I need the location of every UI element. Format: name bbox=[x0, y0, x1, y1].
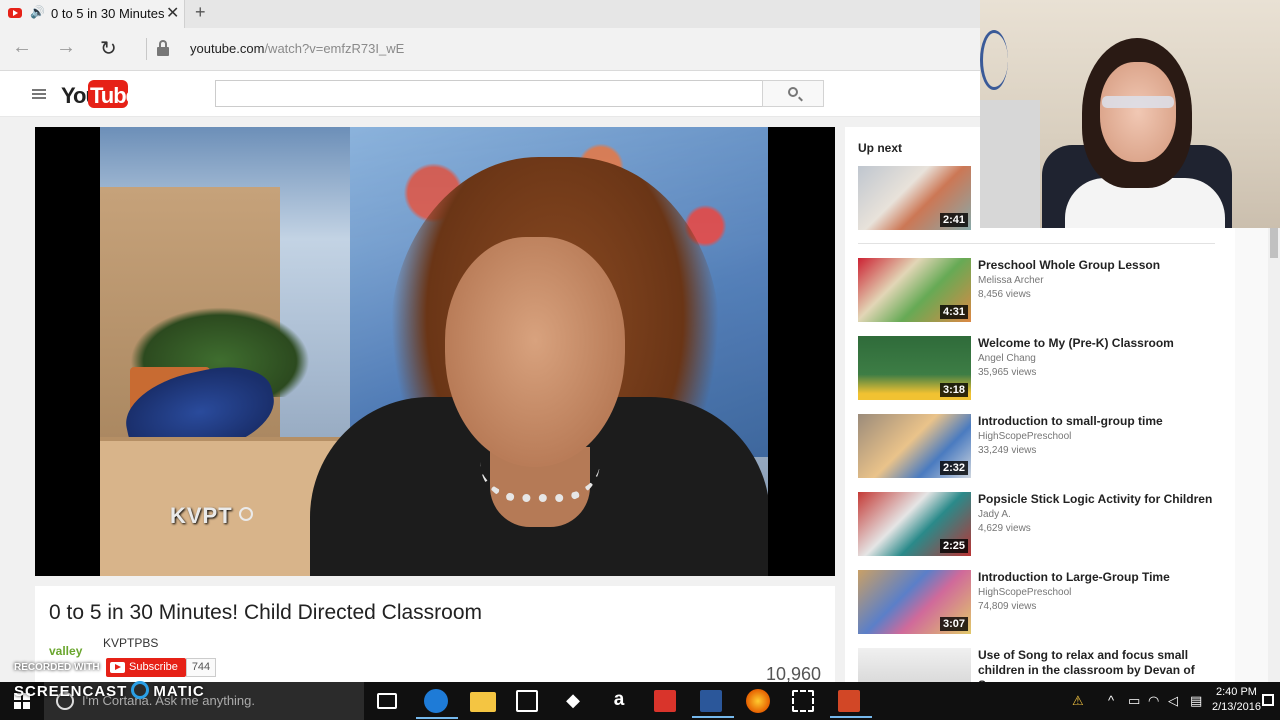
url-field[interactable]: youtube.com/watch?v=emfzR73I_wE bbox=[190, 41, 404, 56]
related-channel: HighScopePreschool bbox=[978, 431, 1072, 442]
duration: 4:31 bbox=[939, 305, 968, 319]
related-video[interactable]: 4:31 Preschool Whole Group Lesson Meliss… bbox=[858, 258, 1228, 322]
notification-icon[interactable] bbox=[1262, 694, 1274, 706]
firefox-icon[interactable] bbox=[746, 689, 770, 713]
browser-tab[interactable]: 🔊 0 to 5 in 30 Minutes ✕ bbox=[0, 0, 185, 28]
duration: 3:18 bbox=[939, 383, 968, 397]
related-video[interactable]: 3:07 Introduction to Large-Group Time Hi… bbox=[858, 570, 1228, 634]
related-channel: Melissa Archer bbox=[978, 275, 1044, 286]
related-video[interactable]: 2:25 Popsicle Stick Logic Activity for C… bbox=[858, 492, 1228, 556]
related-views: 74,809 views bbox=[978, 601, 1037, 612]
url-path: /watch?v=emfzR73I_wE bbox=[264, 41, 405, 56]
refresh-icon[interactable]: ↻ bbox=[100, 36, 117, 61]
duration: 2:25 bbox=[939, 539, 968, 553]
related-title[interactable]: Introduction to small-group time bbox=[978, 414, 1223, 429]
edge-icon[interactable] bbox=[416, 689, 458, 719]
related-video[interactable]: 2:32 Introduction to small-group time Hi… bbox=[858, 414, 1228, 478]
wifi-icon[interactable]: ◠ bbox=[1148, 693, 1159, 709]
scrollbar-thumb[interactable] bbox=[1270, 228, 1278, 258]
related-video[interactable]: 3:18 Welcome to My (Pre-K) Classroom Ang… bbox=[858, 336, 1228, 400]
related-channel: Angel Chang bbox=[978, 353, 1036, 364]
dropbox-icon[interactable]: ◆ bbox=[562, 690, 584, 712]
powerpoint-icon[interactable] bbox=[830, 690, 872, 718]
webcam-overlay bbox=[980, 0, 1280, 228]
related-title[interactable]: Welcome to My (Pre-K) Classroom bbox=[978, 336, 1223, 351]
snipping-tool-icon[interactable] bbox=[792, 690, 814, 712]
message-icon[interactable]: ▤ bbox=[1190, 693, 1202, 709]
word-icon[interactable] bbox=[692, 690, 734, 718]
video-title: 0 to 5 in 30 Minutes! Child Directed Cla… bbox=[49, 601, 483, 624]
related-views: 35,965 views bbox=[978, 367, 1037, 378]
close-tab-icon[interactable]: ✕ bbox=[166, 3, 179, 23]
youtube-favicon-icon bbox=[8, 8, 22, 18]
search-icon bbox=[788, 87, 798, 97]
back-icon[interactable]: ← bbox=[12, 36, 32, 59]
related-channel: HighScopePreschool bbox=[978, 587, 1072, 598]
related-title[interactable]: Popsicle Stick Logic Activity for Childr… bbox=[978, 492, 1223, 507]
address-bar: ← → ↻ youtube.com/watch?v=emfzR73I_wE bbox=[0, 28, 980, 71]
video-player[interactable]: KVPT bbox=[35, 127, 835, 576]
channel-name[interactable]: KVPTPBS bbox=[103, 636, 158, 650]
forward-icon[interactable]: → bbox=[56, 36, 76, 59]
up-next-label: Up next bbox=[858, 141, 903, 155]
video-thumbnail[interactable]: 2:32 bbox=[858, 414, 971, 478]
tab-title: 0 to 5 in 30 Minutes bbox=[51, 6, 165, 21]
screencast-watermark: SCREENCAST MATIC bbox=[14, 681, 205, 700]
logo-tube: Tube bbox=[88, 80, 138, 108]
related-title[interactable]: Introduction to Large-Group Time bbox=[978, 570, 1223, 585]
wps-icon[interactable] bbox=[654, 690, 676, 712]
store-icon[interactable] bbox=[516, 690, 538, 712]
file-explorer-icon[interactable] bbox=[470, 692, 496, 712]
related-views: 4,629 views bbox=[978, 523, 1031, 534]
new-tab-button[interactable]: + bbox=[195, 2, 206, 23]
task-view-icon[interactable] bbox=[377, 693, 397, 709]
scrollbar[interactable] bbox=[1268, 228, 1280, 682]
clock[interactable]: 2:40 PM 2/13/2016 bbox=[1212, 685, 1261, 715]
youtube-play-icon bbox=[110, 662, 125, 673]
duration: 2:32 bbox=[939, 461, 968, 475]
video-thumbnail[interactable]: 2:25 bbox=[858, 492, 971, 556]
search-input[interactable] bbox=[215, 80, 763, 107]
video-thumbnail[interactable]: 4:31 bbox=[858, 258, 971, 322]
subscriber-count: 744 bbox=[186, 658, 216, 677]
battery-icon[interactable]: ▭ bbox=[1128, 693, 1140, 709]
youtube-header: You Tube bbox=[0, 71, 980, 117]
separator bbox=[146, 38, 147, 60]
divider bbox=[858, 243, 1215, 244]
date: 2/13/2016 bbox=[1212, 701, 1261, 713]
video-frame: KVPT bbox=[100, 127, 768, 576]
browser-tab-strip: 🔊 0 to 5 in 30 Minutes ✕ + bbox=[0, 0, 980, 28]
recorded-with-label: RECORDED WITH bbox=[14, 662, 100, 673]
lock-icon bbox=[157, 40, 169, 56]
related-title[interactable]: Preschool Whole Group Lesson bbox=[978, 258, 1223, 273]
warning-icon[interactable]: ⚠ bbox=[1072, 693, 1084, 709]
video-thumbnail[interactable]: 3:18 bbox=[858, 336, 971, 400]
amazon-icon[interactable]: a bbox=[608, 689, 630, 711]
chevron-up-icon[interactable]: ^ bbox=[1108, 693, 1114, 708]
volume-icon[interactable]: ◁ bbox=[1168, 693, 1178, 709]
video-thumbnail[interactable]: 2:41 bbox=[858, 166, 971, 230]
search-button[interactable] bbox=[762, 80, 824, 107]
video-thumbnail[interactable]: 3:07 bbox=[858, 570, 971, 634]
speaker-icon[interactable]: 🔊 bbox=[30, 5, 45, 19]
subscribe-button[interactable]: Subscribe bbox=[106, 658, 186, 677]
subscribe-label: Subscribe bbox=[129, 661, 178, 673]
menu-icon[interactable] bbox=[32, 89, 46, 99]
time: 2:40 PM bbox=[1215, 686, 1257, 698]
duration: 2:41 bbox=[939, 213, 968, 227]
related-views: 33,249 views bbox=[978, 445, 1037, 456]
duration: 3:07 bbox=[939, 617, 968, 631]
related-channel: Jady A. bbox=[978, 509, 1011, 520]
url-host: youtube.com bbox=[190, 41, 265, 56]
kvpt-watermark: KVPT bbox=[170, 503, 253, 529]
related-views: 8,456 views bbox=[978, 289, 1031, 300]
